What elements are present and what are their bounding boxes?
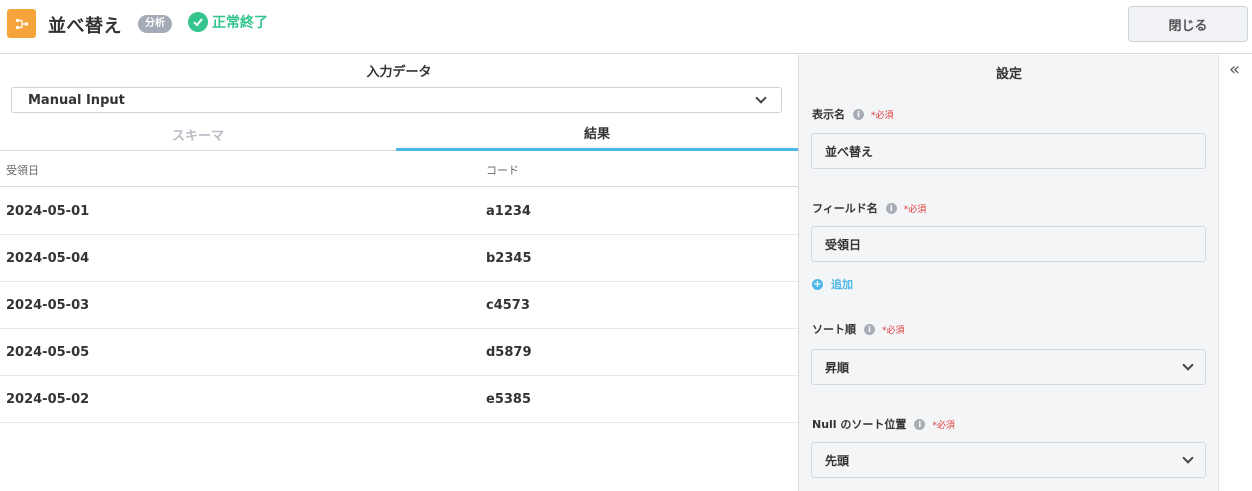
input-source-select[interactable]: Manual Input <box>11 87 782 113</box>
status-indicator: 正常終了 <box>188 12 268 32</box>
null-position-label-text: Null のソート位置 <box>812 418 907 431</box>
add-field-label: 追加 <box>831 278 853 291</box>
null-position-value: 先頭 <box>825 453 850 468</box>
cell-received-date: 2024-05-03 <box>6 298 90 313</box>
cell-received-date: 2024-05-05 <box>6 345 90 360</box>
input-data-title: 入力データ <box>366 65 432 80</box>
required-marker: *必須 <box>882 325 905 336</box>
check-circle-icon <box>188 12 208 32</box>
table-row: 2024-05-03 c4573 <box>0 282 798 329</box>
info-icon[interactable]: i <box>885 202 897 214</box>
column-header-code: コード <box>486 164 519 177</box>
required-marker: *必須 <box>903 204 927 215</box>
sort-order-select[interactable]: 昇順 <box>811 349 1206 385</box>
cell-code: a1234 <box>486 204 531 219</box>
field-name-label-text: フィールド名 <box>812 202 878 215</box>
chevron-down-icon <box>1182 359 1194 371</box>
close-button[interactable]: 閉じる <box>1128 6 1248 42</box>
category-badge: 分析 <box>138 15 172 33</box>
chevron-down-icon <box>755 92 767 104</box>
field-name-value: 受領日 <box>825 237 862 252</box>
null-position-label: Null のソート位置 i *必須 <box>812 416 955 432</box>
required-marker: *必須 <box>932 420 955 431</box>
table-row: 2024-05-02 e5385 <box>0 376 798 423</box>
sort-order-label: ソート順 i *必須 <box>812 321 905 337</box>
tab-schema[interactable]: スキーマ <box>0 117 396 151</box>
field-name-input[interactable]: 受領日 <box>811 226 1206 262</box>
cell-received-date: 2024-05-04 <box>6 251 90 266</box>
cell-code: b2345 <box>486 251 532 266</box>
sort-order-value: 昇順 <box>825 360 850 375</box>
cell-received-date: 2024-05-02 <box>6 392 90 407</box>
info-icon[interactable]: i <box>853 108 864 120</box>
info-icon[interactable]: i <box>864 323 875 335</box>
tab-bar: スキーマ 結果 <box>0 117 798 151</box>
display-name-input[interactable]: 並べ替え <box>811 133 1206 169</box>
field-name-label: フィールド名 i *必須 <box>812 200 926 216</box>
collapse-panel-icon[interactable]: « <box>1229 59 1240 80</box>
settings-panel: 設定 表示名 i *必須 並べ替え フィールド名 i *必須 受領日 + 追加 … <box>798 55 1218 491</box>
tab-results[interactable]: 結果 <box>396 117 798 151</box>
page-title: 並べ替え <box>48 16 122 37</box>
table-row: 2024-05-04 b2345 <box>0 235 798 282</box>
cell-code: e5385 <box>486 392 531 407</box>
table-row: 2024-05-01 a1234 <box>0 188 798 235</box>
side-strip: « <box>1218 55 1252 491</box>
cell-received-date: 2024-05-01 <box>6 204 90 219</box>
column-header-received-date: 受領日 <box>6 164 39 177</box>
settings-title: 設定 <box>995 67 1022 82</box>
input-data-panel: 入力データ Manual Input スキーマ 結果 受領日 コード 2024-… <box>0 55 798 491</box>
display-name-label: 表示名 i *必須 <box>812 106 894 122</box>
input-source-value: Manual Input <box>28 92 125 108</box>
cell-code: c4573 <box>486 298 530 313</box>
info-icon[interactable]: i <box>914 418 926 430</box>
add-field-button[interactable]: + 追加 <box>812 276 853 292</box>
sort-node-icon <box>7 9 36 38</box>
status-text: 正常終了 <box>212 15 268 31</box>
required-marker: *必須 <box>871 110 894 121</box>
plus-circle-icon: + <box>812 278 823 290</box>
sort-order-label-text: ソート順 <box>812 323 856 336</box>
cell-code: d5879 <box>486 345 532 360</box>
null-position-select[interactable]: 先頭 <box>811 442 1206 478</box>
table-header: 受領日 コード <box>0 151 798 187</box>
header-bar: 並べ替え 分析 正常終了 閉じる <box>0 0 1252 54</box>
table-row: 2024-05-05 d5879 <box>0 329 798 376</box>
display-name-label-text: 表示名 <box>812 108 845 121</box>
display-name-value: 並べ替え <box>825 144 874 159</box>
chevron-down-icon <box>1182 452 1194 464</box>
